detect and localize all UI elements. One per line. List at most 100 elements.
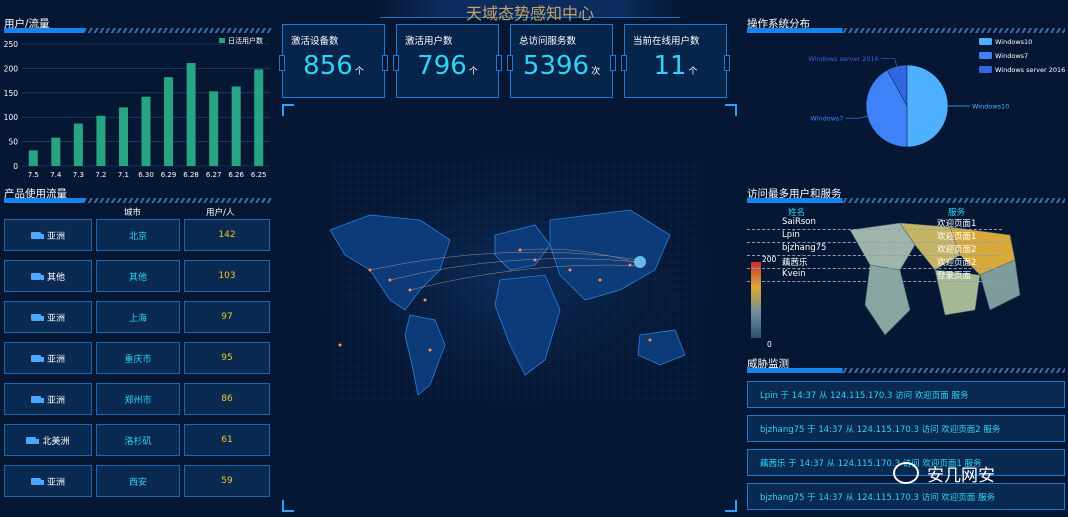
user-name-cell: SaiRson (782, 217, 816, 227)
x-tick-label: 7.1 (118, 171, 129, 179)
users-cell: 103 (184, 260, 270, 292)
legend-swatch (979, 66, 992, 73)
frame-corner (725, 500, 737, 512)
region-cell: 亚洲 (4, 383, 92, 415)
kpi-value: 856 个 (303, 51, 364, 81)
kpi-unit: 个 (468, 67, 478, 77)
kpi-value: 796 个 (417, 51, 478, 81)
row-divider (747, 281, 1002, 282)
bar (73, 123, 83, 166)
user-name-cell: 藕茜乐 (782, 258, 808, 268)
bar (118, 107, 128, 166)
bar (96, 115, 106, 166)
card-notch (382, 55, 388, 71)
users-cell: 95 (184, 342, 270, 374)
x-tick-label: 6.25 (251, 171, 267, 179)
watermark-text: 安几网安 (927, 465, 995, 486)
region-cell: 亚洲 (4, 301, 92, 333)
bar (141, 96, 151, 166)
table-row[interactable]: 亚洲 郑州市 86 (4, 383, 270, 415)
attack-point (598, 278, 602, 282)
x-tick-label: 6.29 (161, 171, 177, 179)
user-name-cell: bjzhang75 (782, 243, 827, 253)
region-shape (864, 264, 911, 336)
legend-swatch (979, 52, 992, 59)
legend-label: Windows7 (995, 52, 1028, 60)
x-tick-label: 7.5 (28, 171, 39, 179)
city-cell: 上海 (96, 301, 180, 333)
table-row[interactable]: 亚洲 北京 142 (4, 219, 270, 251)
kpi-unit: 个 (688, 67, 698, 77)
section-divider (747, 368, 1065, 373)
wechat-icon (893, 462, 919, 484)
attack-point (408, 288, 412, 292)
label-leader (880, 58, 898, 67)
card-notch (279, 55, 285, 71)
section-divider (4, 198, 272, 203)
card-notch (496, 55, 502, 71)
attack-point (533, 258, 537, 262)
card-notch (507, 55, 513, 71)
section-divider (747, 198, 1065, 203)
table-row[interactable]: 亚洲 西安 59 (4, 465, 270, 497)
legend-label: 日活用户数 (228, 36, 263, 45)
attack-point (568, 268, 572, 272)
x-tick-label: 7.4 (50, 171, 62, 179)
city-cell: 洛杉矶 (96, 424, 180, 456)
attack-point (423, 298, 427, 302)
kpi-value: 5396 次 (522, 51, 601, 81)
users-cell: 86 (184, 383, 270, 415)
kpi-card: 激活设备数 856 个 (279, 24, 388, 98)
slice-label: Windows10 (972, 103, 1009, 111)
city-cell: 其他 (96, 260, 180, 292)
card-notch (393, 55, 399, 71)
kpi-label: 当前在线用户数 (633, 36, 700, 47)
target-highlight (634, 256, 646, 268)
attack-point (368, 268, 372, 272)
legend-swatch (219, 38, 225, 43)
users-cell: 61 (184, 424, 270, 456)
truck-icon (30, 313, 44, 321)
wechat-watermark: 安几网安 (893, 458, 1043, 488)
kpi-card: 当前在线用户数 11 个 (621, 24, 730, 98)
kpi-unit: 次 (591, 67, 601, 77)
legend-label: Windows server 2016 (995, 66, 1065, 74)
choropleth-map (849, 222, 1021, 336)
y-tick-label: 100 (4, 113, 19, 122)
threat-item[interactable]: bjzhang75 于 14:37 从 124.115.170.3 访问 欢迎页… (747, 415, 1065, 442)
world-attack-map[interactable] (310, 150, 720, 410)
attack-point (388, 278, 392, 282)
users-cell: 142 (184, 219, 270, 251)
bar (231, 86, 241, 166)
col-header-city: 城市 (124, 208, 142, 218)
table-row[interactable]: 其他 其他 103 (4, 260, 270, 292)
y-tick-label: 200 (4, 64, 19, 73)
attack-point (518, 248, 522, 252)
service-cell: 欢迎页面1 (937, 219, 977, 229)
y-tick-label: 50 (8, 138, 18, 147)
slice-label: Windows7 (810, 115, 843, 123)
col-header-users: 用户/人 (206, 208, 235, 218)
threat-item[interactable]: Lpin 于 14:37 从 124.115.170.3 访问 欢迎页面 服务 (747, 381, 1065, 408)
table-row[interactable]: 亚洲 上海 97 (4, 301, 270, 333)
x-tick-label: 6.26 (228, 171, 244, 179)
bar (254, 69, 264, 166)
user-name-cell: Kvein (782, 269, 806, 279)
card-notch (610, 55, 616, 71)
kpi-label: 激活用户数 (405, 36, 453, 47)
table-row[interactable]: 北美洲 洛杉矶 61 (4, 424, 270, 456)
service-cell: 欢迎页面1 (937, 232, 977, 242)
x-tick-label: 6.27 (206, 171, 222, 179)
truck-icon (30, 231, 44, 239)
city-cell: 北京 (96, 219, 180, 251)
city-cell: 西安 (96, 465, 180, 497)
city-cell: 重庆市 (96, 342, 180, 374)
bar (51, 137, 61, 166)
frame-corner (725, 104, 737, 116)
region-cell: 亚洲 (4, 465, 92, 497)
card-notch (621, 55, 627, 71)
frame-corner (282, 500, 294, 512)
region-cell: 北美洲 (4, 424, 92, 456)
truck-icon (30, 354, 44, 362)
table-row[interactable]: 亚洲 重庆市 95 (4, 342, 270, 374)
